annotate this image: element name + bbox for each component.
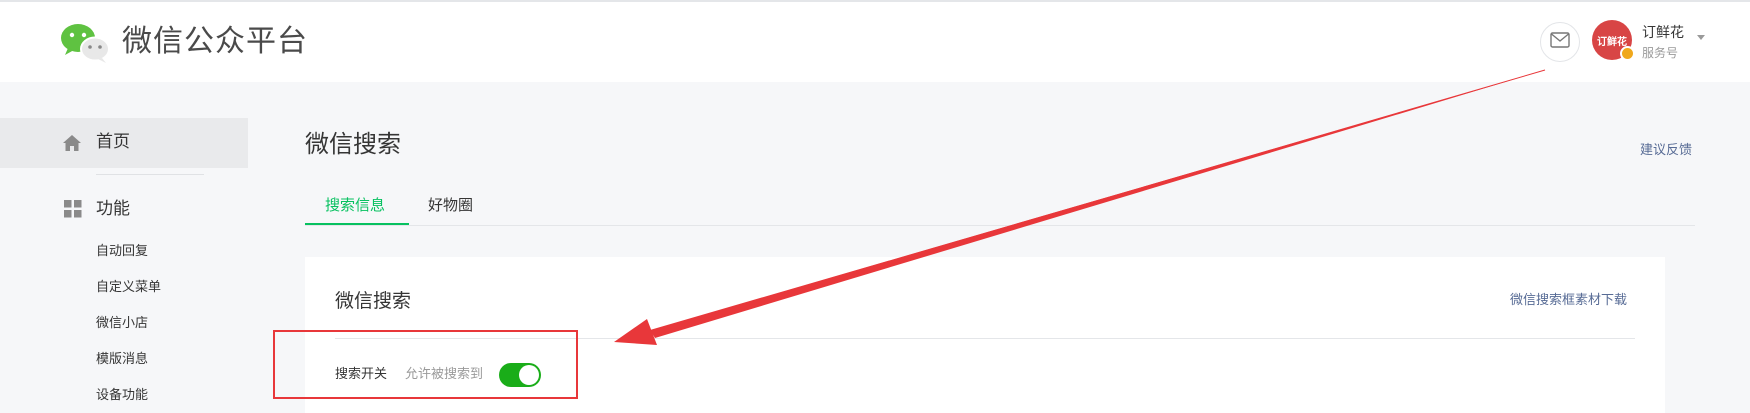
sidebar-item-custom-menu[interactable]: 自定义菜单 <box>96 279 161 297</box>
home-icon <box>62 134 82 156</box>
download-assets-link[interactable]: 微信搜索框素材下载 <box>1510 292 1627 310</box>
tab-haowuquan[interactable]: 好物圈 <box>428 195 473 215</box>
verified-badge-icon <box>1620 46 1635 61</box>
tabs-underline <box>305 225 1695 226</box>
sidebar-item-device-function[interactable]: 设备功能 <box>96 387 148 405</box>
platform-title[interactable]: 微信公众平台 <box>122 24 308 60</box>
sidebar-item-wechat-store[interactable]: 微信小店 <box>96 315 148 333</box>
page-title: 微信搜索 <box>305 130 401 158</box>
header: 微信公众平台 <box>0 2 1750 82</box>
sidebar-section-function[interactable]: 功能 <box>96 198 130 220</box>
grid-icon <box>64 200 82 222</box>
wechat-logo-icon[interactable] <box>60 22 112 64</box>
sidebar-divider <box>96 174 204 175</box>
tab-search-info[interactable]: 搜索信息 <box>325 195 385 215</box>
card-title: 微信搜索 <box>335 290 412 312</box>
mail-icon <box>1550 32 1570 52</box>
sidebar-item-template-message[interactable]: 模版消息 <box>96 351 148 369</box>
active-tab-indicator <box>305 223 409 225</box>
sidebar-item-label: 首页 <box>96 132 130 152</box>
account-name[interactable]: 订鲜花 <box>1642 24 1684 42</box>
sidebar-item-auto-reply[interactable]: 自动回复 <box>96 243 148 261</box>
feedback-link[interactable]: 建议反馈 <box>1640 142 1692 160</box>
annotation-highlight-box <box>273 330 578 399</box>
chevron-down-icon[interactable] <box>1697 35 1705 40</box>
sidebar-item-home[interactable]: 首页 <box>0 118 248 168</box>
account-type: 服务号 <box>1642 46 1679 60</box>
message-button[interactable] <box>1540 22 1580 62</box>
sidebar: 首页 功能 自动回复 自定义菜单 微信小店 模版消息 设备功能 <box>0 82 248 413</box>
avatar-text: 订鲜花 <box>1597 36 1627 48</box>
